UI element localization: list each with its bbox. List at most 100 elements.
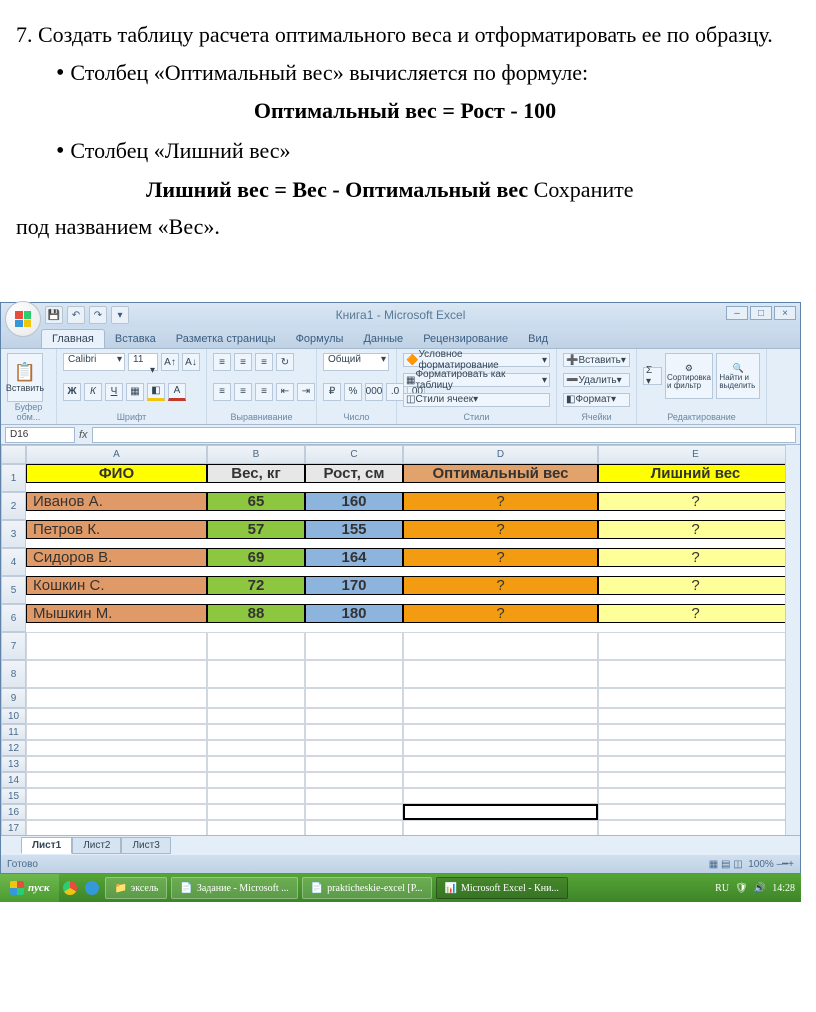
cell-b9[interactable] <box>207 688 305 708</box>
cell-a1[interactable]: ФИО <box>26 464 207 483</box>
cell-d2[interactable]: ? <box>403 492 598 511</box>
paste-button[interactable]: 📋 Вставить <box>7 353 43 402</box>
cell-d6[interactable]: ? <box>403 604 598 623</box>
cell-c3[interactable]: 155 <box>305 520 403 539</box>
currency-icon[interactable]: ₽ <box>323 383 341 401</box>
formula-bar[interactable] <box>92 427 796 443</box>
tab-pagelayout[interactable]: Разметка страницы <box>166 330 286 348</box>
shrink-font-icon[interactable]: A↓ <box>182 353 200 371</box>
cell-b13[interactable] <box>207 756 305 772</box>
cell-d14[interactable] <box>403 772 598 788</box>
cond-format-button[interactable]: 🔶 Условное форматирование ▾ <box>403 353 550 367</box>
cell-c16[interactable] <box>305 804 403 820</box>
rowhdr-15[interactable]: 15 <box>1 788 26 804</box>
rowhdr-8[interactable]: 8 <box>1 660 26 688</box>
sort-filter-button[interactable]: ⚙Сортировка и фильтр <box>665 353 714 399</box>
cell-d1[interactable]: Оптимальный вес <box>403 464 598 483</box>
rowhdr-2[interactable]: 2 <box>1 492 26 520</box>
cell-d17[interactable] <box>403 820 598 835</box>
cell-e5[interactable]: ? <box>598 576 793 595</box>
cell-c14[interactable] <box>305 772 403 788</box>
cell-b4[interactable]: 69 <box>207 548 305 567</box>
cell-a5[interactable]: Кошкин С. <box>26 576 207 595</box>
cell-c13[interactable] <box>305 756 403 772</box>
chrome-icon[interactable] <box>63 881 77 895</box>
comma-icon[interactable]: 000 <box>365 383 383 401</box>
indent-dec-icon[interactable]: ⇤ <box>276 383 294 401</box>
cell-b11[interactable] <box>207 724 305 740</box>
cell-a7[interactable] <box>26 632 207 660</box>
qat-save-icon[interactable]: 💾 <box>45 306 63 324</box>
fx-icon[interactable]: fx <box>79 429 88 441</box>
cell-b1[interactable]: Вес, кг <box>207 464 305 483</box>
cell-d15[interactable] <box>403 788 598 804</box>
view-break-icon[interactable]: ◫ <box>733 859 742 870</box>
rowhdr-17[interactable]: 17 <box>1 820 26 835</box>
sheet-tab-3[interactable]: Лист3 <box>121 837 170 854</box>
cell-b10[interactable] <box>207 708 305 724</box>
sheet-area[interactable]: A B C D E 1 ФИО Вес, кг Рост, см Оптимал… <box>1 445 800 835</box>
font-color-button[interactable]: A <box>168 383 186 401</box>
cell-styles-button[interactable]: ◫ Стили ячеек ▾ <box>403 393 550 407</box>
cell-d10[interactable] <box>403 708 598 724</box>
cell-a11[interactable] <box>26 724 207 740</box>
align-bot-icon[interactable]: ≡ <box>255 353 273 371</box>
cell-a15[interactable] <box>26 788 207 804</box>
cell-b2[interactable]: 65 <box>207 492 305 511</box>
start-button[interactable]: пуск <box>0 874 59 902</box>
cell-c1[interactable]: Рост, см <box>305 464 403 483</box>
colhdr-c[interactable]: C <box>305 445 403 464</box>
cell-d7[interactable] <box>403 632 598 660</box>
cell-e10[interactable] <box>598 708 793 724</box>
cell-d8[interactable] <box>403 660 598 688</box>
cell-e4[interactable]: ? <box>598 548 793 567</box>
find-select-button[interactable]: 🔍Найти и выделить <box>716 353 760 399</box>
zoom-out-icon[interactable]: – <box>777 859 783 870</box>
font-size-select[interactable]: 11 <box>128 353 158 371</box>
cell-a9[interactable] <box>26 688 207 708</box>
cell-b14[interactable] <box>207 772 305 788</box>
cell-a3[interactable]: Петров К. <box>26 520 207 539</box>
cell-b15[interactable] <box>207 788 305 804</box>
select-all-corner[interactable] <box>1 445 26 464</box>
orient-icon[interactable]: ↻ <box>276 353 294 371</box>
rowhdr-1[interactable]: 1 <box>1 464 26 492</box>
rowhdr-13[interactable]: 13 <box>1 756 26 772</box>
cell-d9[interactable] <box>403 688 598 708</box>
bold-button[interactable]: Ж <box>63 383 81 401</box>
colhdr-b[interactable]: B <box>207 445 305 464</box>
cell-d12[interactable] <box>403 740 598 756</box>
indent-inc-icon[interactable]: ⇥ <box>297 383 315 401</box>
cell-e15[interactable] <box>598 788 793 804</box>
name-box[interactable] <box>5 427 75 443</box>
cell-b17[interactable] <box>207 820 305 835</box>
close-button[interactable]: × <box>774 306 796 320</box>
cell-c5[interactable]: 170 <box>305 576 403 595</box>
rowhdr-14[interactable]: 14 <box>1 772 26 788</box>
cell-b7[interactable] <box>207 632 305 660</box>
view-layout-icon[interactable]: ▤ <box>721 859 730 870</box>
clock[interactable]: 14:28 <box>772 883 795 894</box>
cell-c8[interactable] <box>305 660 403 688</box>
cell-c12[interactable] <box>305 740 403 756</box>
font-name-select[interactable]: Calibri <box>63 353 125 371</box>
tab-formulas[interactable]: Формулы <box>286 330 354 348</box>
cell-c7[interactable] <box>305 632 403 660</box>
cell-d3[interactable]: ? <box>403 520 598 539</box>
cell-a12[interactable] <box>26 740 207 756</box>
cell-e16[interactable] <box>598 804 793 820</box>
maximize-button[interactable]: □ <box>750 306 772 320</box>
qat-undo-icon[interactable]: ↶ <box>67 306 85 324</box>
tab-insert[interactable]: Вставка <box>105 330 166 348</box>
cell-e1[interactable]: Лишний вес <box>598 464 793 483</box>
cell-e11[interactable] <box>598 724 793 740</box>
rowhdr-7[interactable]: 7 <box>1 632 26 660</box>
cell-b3[interactable]: 57 <box>207 520 305 539</box>
cell-e14[interactable] <box>598 772 793 788</box>
minimize-button[interactable]: – <box>726 306 748 320</box>
underline-button[interactable]: Ч <box>105 383 123 401</box>
border-button[interactable]: ▦ <box>126 383 144 401</box>
cell-b12[interactable] <box>207 740 305 756</box>
colhdr-e[interactable]: E <box>598 445 793 464</box>
ie-icon[interactable] <box>85 881 99 895</box>
